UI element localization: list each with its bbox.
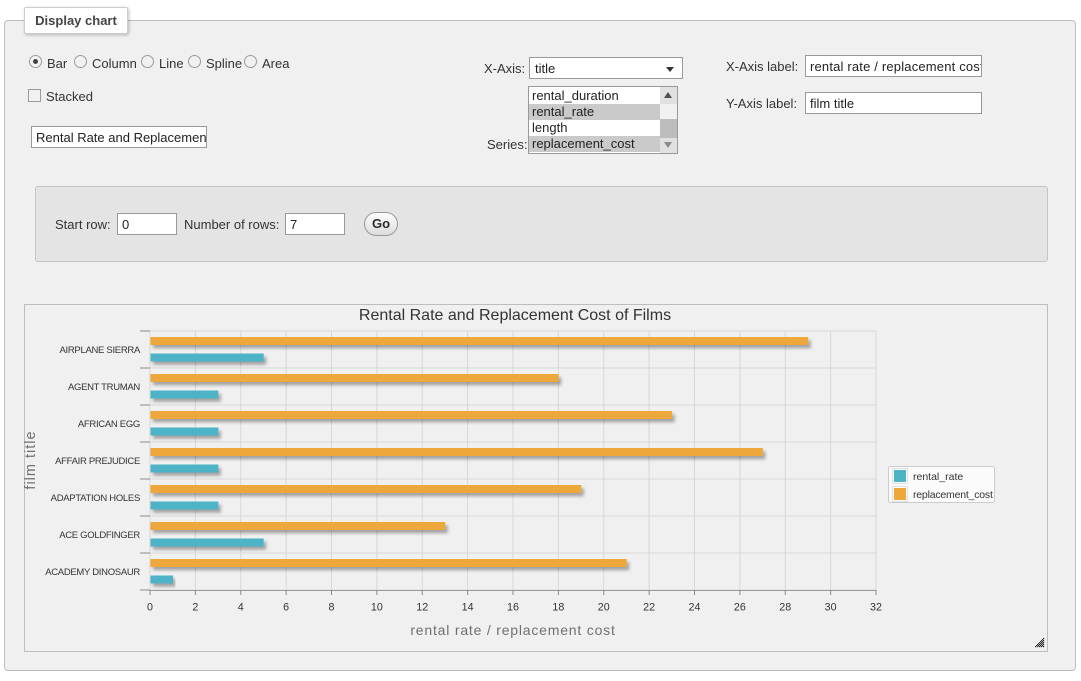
svg-text:ACE GOLDFINGER: ACE GOLDFINGER <box>59 530 140 541</box>
svg-text:Rental Rate and Replacement Co: Rental Rate and Replacement Cost of Film… <box>359 307 671 324</box>
svg-text:26: 26 <box>734 602 746 614</box>
svg-text:2: 2 <box>192 602 198 614</box>
svg-text:rental rate / replacement cost: rental rate / replacement cost <box>410 622 615 638</box>
svg-text:replacement_cost: replacement_cost <box>913 489 993 501</box>
svg-text:22: 22 <box>643 602 655 614</box>
svg-text:16: 16 <box>507 602 519 614</box>
svg-text:AFRICAN EGG: AFRICAN EGG <box>78 419 140 430</box>
svg-text:ACADEMY DINOSAUR: ACADEMY DINOSAUR <box>45 567 140 578</box>
svg-text:4: 4 <box>238 602 244 614</box>
svg-text:20: 20 <box>598 602 610 614</box>
svg-text:AIRPLANE SIERRA: AIRPLANE SIERRA <box>60 345 141 356</box>
svg-text:14: 14 <box>462 602 474 614</box>
svg-text:32: 32 <box>870 602 882 614</box>
svg-text:AFFAIR PREJUDICE: AFFAIR PREJUDICE <box>55 456 140 467</box>
svg-text:10: 10 <box>371 602 383 614</box>
svg-text:24: 24 <box>689 602 701 614</box>
svg-text:18: 18 <box>552 602 564 614</box>
svg-text:12: 12 <box>416 602 428 614</box>
svg-text:0: 0 <box>147 602 153 614</box>
svg-text:30: 30 <box>825 602 837 614</box>
svg-text:rental_rate: rental_rate <box>913 471 963 483</box>
svg-text:ADAPTATION HOLES: ADAPTATION HOLES <box>51 493 140 504</box>
svg-text:28: 28 <box>779 602 791 614</box>
svg-text:AGENT TRUMAN: AGENT TRUMAN <box>68 382 140 393</box>
svg-text:8: 8 <box>329 602 335 614</box>
svg-text:6: 6 <box>283 602 289 614</box>
